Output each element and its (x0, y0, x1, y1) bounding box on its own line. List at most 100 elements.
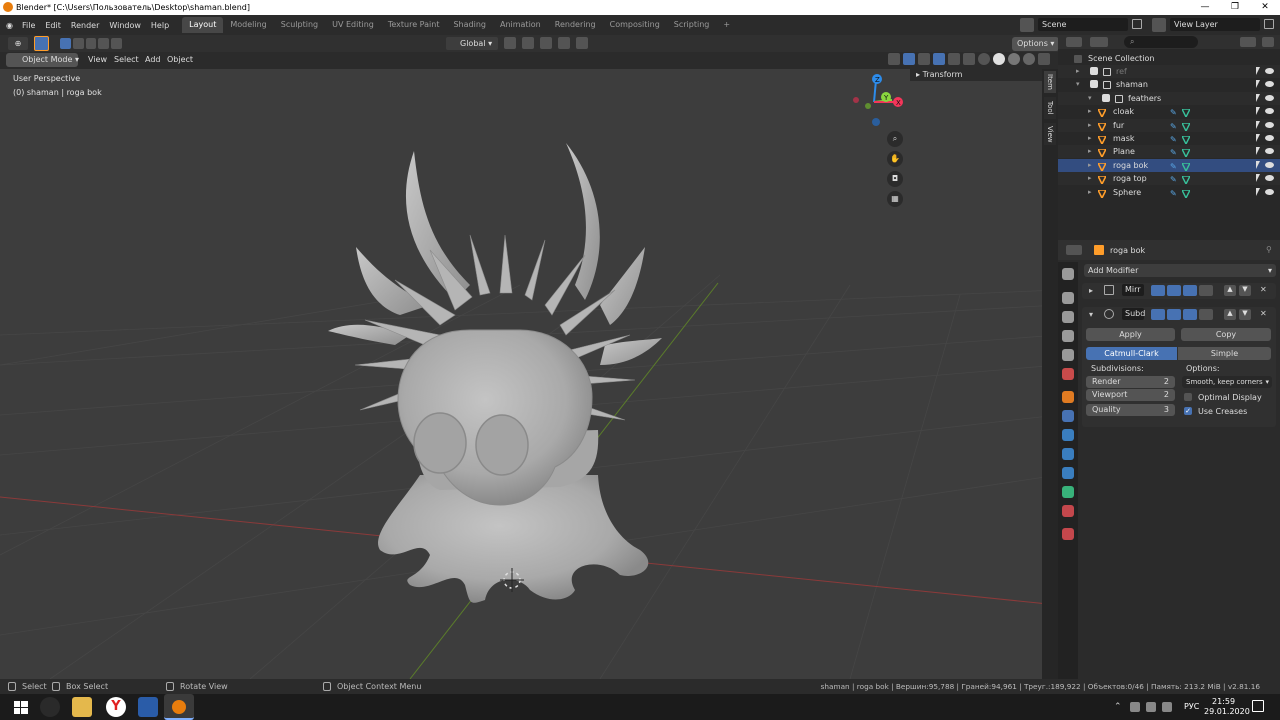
uv-smooth-dropdown[interactable]: Smooth, keep corners ▾ (1182, 376, 1272, 388)
outliner-item-plane[interactable]: ▸ Plane ✎ (1058, 145, 1280, 160)
visibility-eye-icon[interactable] (1265, 148, 1274, 155)
blender-menu-icon[interactable]: ◉ (0, 21, 17, 30)
outliner-item-mask[interactable]: ▸ mask ✎ (1058, 132, 1280, 146)
texture-tab-icon[interactable] (1062, 528, 1074, 540)
tab-animation[interactable]: Animation (493, 17, 548, 33)
tray-app-icon[interactable] (1130, 702, 1140, 712)
pin-icon[interactable]: ⚲ (1266, 245, 1274, 255)
clock-time[interactable]: 21:59 (1212, 697, 1235, 706)
wireframe-shading-icon[interactable] (978, 53, 990, 65)
collapse-subd-icon[interactable]: ▾ (1089, 310, 1093, 319)
new-scene-icon[interactable] (1132, 19, 1142, 29)
snap-target-icon[interactable] (540, 37, 552, 49)
clock-date[interactable]: 29.01.2020 (1204, 707, 1250, 716)
scene-field[interactable]: Scene (1038, 18, 1128, 31)
pivot-icon[interactable] (504, 37, 516, 49)
add-modifier-dropdown[interactable]: Add Modifier ▾ (1084, 264, 1276, 277)
shaman-model[interactable] (328, 143, 662, 603)
selectable-toggle-icon[interactable] (1256, 120, 1260, 129)
optimal-display-checkbox[interactable] (1184, 393, 1192, 401)
tab-shading[interactable]: Shading (446, 17, 493, 33)
navigation-gizmo[interactable]: Z Y X (848, 72, 908, 132)
ortho-toggle-icon[interactable]: ▦ (887, 191, 903, 207)
select-intersect-icon[interactable] (111, 38, 122, 49)
scene-tab-icon[interactable] (1062, 349, 1074, 361)
transform-panel-header[interactable]: ▸ Transform (910, 69, 1042, 81)
collection-checkbox[interactable] (1090, 80, 1098, 89)
constraints-tab-icon[interactable] (1062, 467, 1074, 479)
falloff-icon[interactable] (576, 37, 588, 49)
cage-toggle-icon[interactable] (1199, 285, 1213, 296)
use-creases-checkbox[interactable]: ✓ (1184, 407, 1192, 415)
overlays-icon[interactable] (933, 53, 945, 65)
expand-arrow-icon[interactable]: ▸ (1076, 65, 1080, 78)
remove-subd-icon[interactable]: ✕ (1260, 309, 1267, 318)
tray-overflow-icon[interactable]: ⌃ (1114, 702, 1122, 712)
output-tab-icon[interactable] (1062, 311, 1074, 323)
gizmo-toggle-icon[interactable] (903, 53, 915, 65)
tab-view[interactable]: View (1044, 123, 1056, 145)
modifier-wrench-icon[interactable]: ✎ (1170, 187, 1178, 198)
menu-window[interactable]: Window (104, 21, 146, 30)
select-invert-icon[interactable] (98, 38, 110, 49)
editor-type-icon[interactable]: ⊕ (8, 37, 28, 50)
rendered-shading-icon[interactable] (1023, 53, 1035, 65)
render-toggle-icon[interactable] (1183, 285, 1197, 296)
move-down-icon[interactable]: ▼ (1239, 285, 1251, 296)
collection-checkbox[interactable] (1102, 93, 1110, 102)
tab-uv-editing[interactable]: UV Editing (325, 17, 381, 33)
tab-texture-paint[interactable]: Texture Paint (381, 17, 447, 33)
outliner-editor-icon[interactable] (1066, 37, 1082, 47)
select-tool-icon[interactable] (34, 36, 49, 51)
notifications-icon[interactable] (1252, 700, 1264, 712)
properties-editor-icon[interactable] (1066, 245, 1082, 255)
language-indicator[interactable]: РУС (1184, 702, 1199, 711)
viewport-toggle-icon[interactable] (1167, 285, 1181, 296)
visibility-eye-icon[interactable] (1265, 81, 1274, 88)
zoom-icon[interactable]: ⌕ (887, 131, 903, 147)
select-subtract-icon[interactable] (85, 38, 97, 49)
shading-options-icon[interactable] (1038, 53, 1050, 65)
object-mode-dropdown[interactable]: Object Mode ▾ (6, 53, 79, 67)
solid-shading-icon[interactable] (993, 53, 1005, 65)
tab-modeling[interactable]: Modeling (223, 17, 273, 33)
outliner-item-shaman[interactable]: ▾ shaman (1058, 78, 1280, 91)
selectable-toggle-icon[interactable] (1256, 107, 1260, 116)
physics-tab-icon[interactable] (1062, 448, 1074, 460)
view-layer-field[interactable]: View Layer (1170, 18, 1260, 31)
selectable-toggle-icon[interactable] (1256, 67, 1260, 75)
proportional-edit-icon[interactable] (558, 37, 570, 49)
collection-checkbox[interactable] (1090, 67, 1098, 75)
overlay-options-icon[interactable] (948, 53, 960, 65)
menu-edit[interactable]: Edit (40, 21, 66, 30)
outliner-item-sphere[interactable]: ▸ Sphere ✎ (1058, 186, 1280, 200)
menu-file[interactable]: File (17, 21, 40, 30)
subd-move-down-icon[interactable]: ▼ (1239, 309, 1251, 320)
simple-toggle[interactable]: Simple (1178, 347, 1271, 360)
mesh-data-icon[interactable] (1180, 148, 1192, 159)
network-icon[interactable] (1146, 702, 1156, 712)
copy-button[interactable]: Copy (1181, 328, 1271, 341)
camera-view-icon[interactable]: ◘ (887, 171, 903, 187)
tab-tool[interactable]: Tool (1044, 97, 1056, 119)
new-collection-icon[interactable] (1262, 37, 1274, 47)
subd-name-field[interactable]: Subd (1122, 308, 1145, 320)
expand-arrow-icon[interactable]: ▾ (1088, 92, 1092, 105)
add-workspace-button[interactable]: + (716, 17, 737, 33)
visibility-eye-icon[interactable] (1265, 161, 1274, 168)
outliner-item-fur[interactable]: ▸ fur ✎ (1058, 118, 1280, 133)
expand-arrow-icon[interactable]: ▸ (1088, 172, 1092, 185)
outliner-item-feathers[interactable]: ▾ feathers (1058, 91, 1280, 105)
outliner-item-roga-bok[interactable]: ▸ roga bok ✎ (1058, 158, 1280, 173)
visibility-eye-icon[interactable] (1265, 135, 1274, 141)
menu-render[interactable]: Render (66, 21, 104, 30)
material-shading-icon[interactable] (1008, 53, 1020, 65)
mesh-data-icon[interactable] (1180, 121, 1192, 133)
app-taskbar-icon[interactable] (138, 697, 158, 717)
modifier-wrench-icon[interactable]: ✎ (1170, 120, 1178, 131)
outliner-scene-collection[interactable]: Scene Collection (1058, 52, 1280, 65)
menu-help[interactable]: Help (146, 21, 174, 30)
visibility-eye-icon[interactable] (1265, 108, 1274, 115)
visibility-icon[interactable] (888, 53, 900, 65)
close-button[interactable]: ✕ (1250, 0, 1280, 15)
